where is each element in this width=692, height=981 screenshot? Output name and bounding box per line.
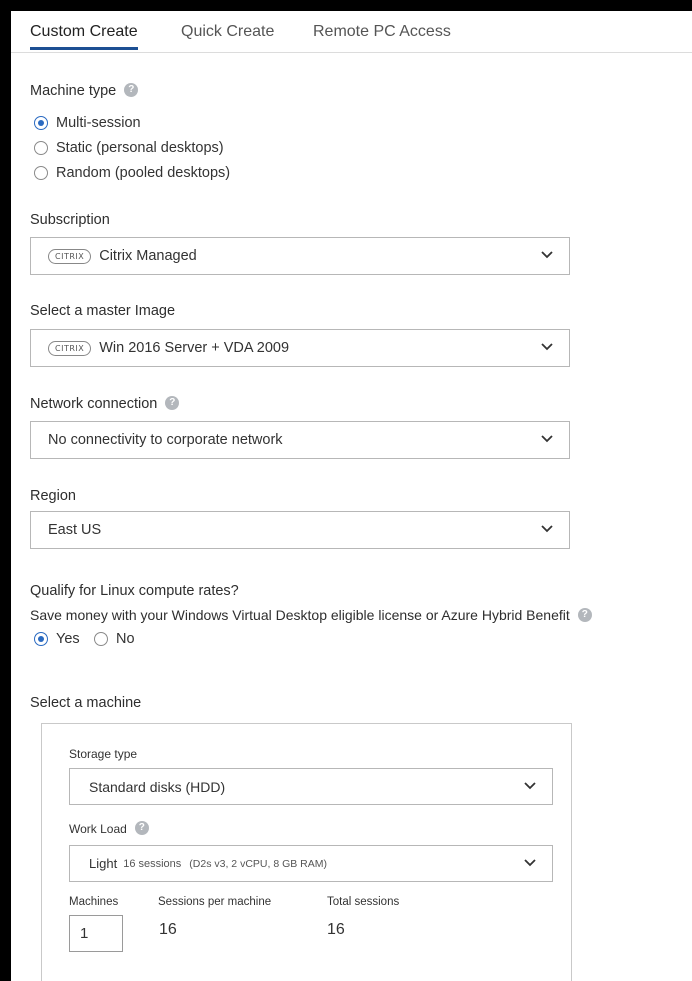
citrix-badge: CITRIX bbox=[48, 248, 92, 264]
radio-button[interactable] bbox=[94, 632, 108, 646]
radio-label: No bbox=[116, 631, 135, 647]
region-value: East US bbox=[48, 522, 102, 538]
total-sessions-value: 16 bbox=[327, 921, 345, 938]
chevron-down-icon bbox=[541, 435, 553, 443]
master-image-label: Select a master Image bbox=[30, 303, 176, 319]
network-connection-select[interactable]: No connectivity to corporate network bbox=[30, 421, 570, 459]
machines-input[interactable]: 1 bbox=[69, 915, 123, 952]
radio-label: Random (pooled desktops) bbox=[56, 165, 231, 181]
subscription-label: Subscription bbox=[30, 212, 110, 228]
subscription-value: Citrix Managed bbox=[99, 248, 197, 264]
radio-button-checked[interactable] bbox=[34, 632, 48, 646]
machine-config-box: Storage type Standard disks (HDD) Work L… bbox=[41, 723, 572, 981]
help-icon[interactable] bbox=[124, 83, 139, 97]
master-image-value: Win 2016 Server + VDA 2009 bbox=[99, 340, 290, 356]
tab-custom-create[interactable]: Custom Create bbox=[30, 23, 138, 50]
network-connection-label: Network connection bbox=[30, 396, 180, 412]
master-image-select[interactable]: CITRIX Win 2016 Server + VDA 2009 bbox=[30, 329, 570, 367]
radio-button[interactable] bbox=[34, 141, 48, 155]
radio-button[interactable] bbox=[34, 166, 48, 180]
region-label: Region bbox=[30, 488, 76, 504]
network-connection-value: No connectivity to corporate network bbox=[48, 432, 283, 448]
help-icon[interactable] bbox=[577, 608, 592, 622]
create-catalog-panel: Custom Create Quick Create Remote PC Acc… bbox=[11, 11, 692, 981]
machine-type-label-text: Machine type bbox=[30, 83, 117, 99]
radio-no[interactable]: No bbox=[94, 631, 135, 647]
radio-random[interactable]: Random (pooled desktops) bbox=[34, 165, 230, 181]
radio-multi-session[interactable]: Multi-session bbox=[34, 115, 141, 131]
sessions-per-machine-value: 16 bbox=[159, 921, 177, 938]
machine-type-label: Machine type bbox=[30, 83, 139, 99]
total-sessions-label: Total sessions bbox=[327, 896, 400, 908]
radio-static[interactable]: Static (personal desktops) bbox=[34, 140, 224, 156]
sessions-per-machine-label: Sessions per machine bbox=[158, 896, 272, 908]
linux-rates-description-text: Save money with your Windows Virtual Des… bbox=[30, 607, 570, 623]
citrix-badge: CITRIX bbox=[48, 340, 92, 356]
linux-rates-title: Qualify for Linux compute rates? bbox=[30, 583, 239, 599]
tab-remote-pc-access[interactable]: Remote PC Access bbox=[313, 23, 451, 50]
chevron-down-icon bbox=[524, 782, 536, 790]
storage-type-select[interactable]: Standard disks (HDD) bbox=[69, 768, 553, 805]
linux-rates-description: Save money with your Windows Virtual Des… bbox=[30, 607, 592, 623]
chevron-down-icon bbox=[541, 525, 553, 533]
tab-quick-create[interactable]: Quick Create bbox=[181, 23, 274, 50]
chevron-down-icon bbox=[541, 251, 553, 259]
radio-label: Yes bbox=[56, 631, 80, 647]
radio-label: Multi-session bbox=[56, 115, 141, 131]
tab-bar: Custom Create Quick Create Remote PC Acc… bbox=[11, 11, 692, 53]
radio-label: Static (personal desktops) bbox=[56, 140, 224, 156]
help-icon[interactable] bbox=[165, 396, 180, 410]
radio-yes[interactable]: Yes bbox=[34, 631, 80, 647]
storage-type-value: Standard disks (HDD) bbox=[89, 778, 226, 795]
network-connection-label-text: Network connection bbox=[30, 396, 158, 412]
select-machine-label: Select a machine bbox=[30, 695, 142, 711]
chevron-down-icon bbox=[541, 343, 553, 351]
storage-type-label: Storage type bbox=[69, 747, 138, 761]
radio-button-checked[interactable] bbox=[34, 116, 48, 130]
machine-stats: Machines Sessions per machine Total sess… bbox=[42, 804, 571, 981]
region-select[interactable]: East US bbox=[30, 511, 570, 549]
machines-label: Machines bbox=[69, 896, 119, 908]
subscription-select[interactable]: CITRIX Citrix Managed bbox=[30, 237, 570, 275]
